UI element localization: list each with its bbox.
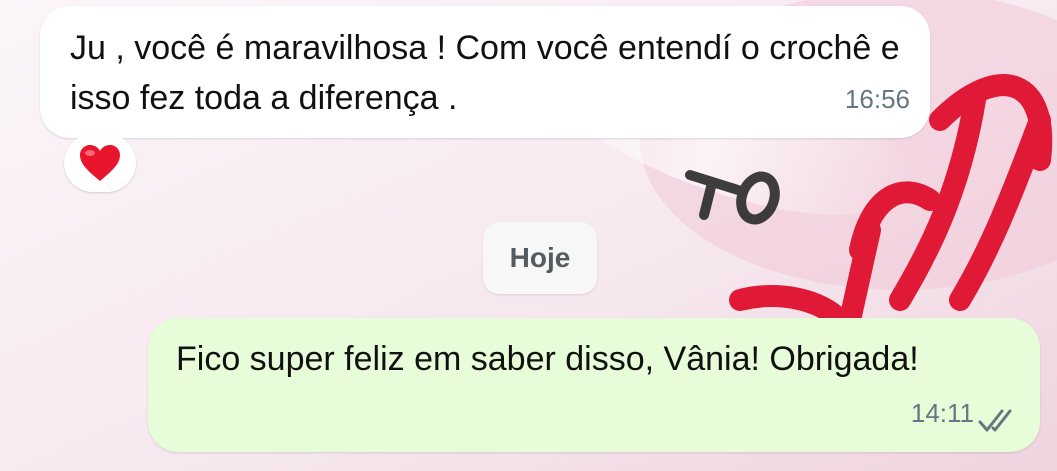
outgoing-message-bubble[interactable]: Fico super feliz em saber disso, Vânia! … bbox=[148, 318, 1040, 452]
incoming-message-time: 16:56 bbox=[844, 84, 910, 114]
heart-icon bbox=[80, 145, 120, 181]
incoming-message-text: Ju , você é maravilhosa ! Com você enten… bbox=[70, 29, 900, 117]
incoming-message-bubble[interactable]: Ju , você é maravilhosa ! Com você enten… bbox=[40, 6, 930, 138]
date-divider-label: Hoje bbox=[509, 242, 571, 273]
double-check-icon bbox=[978, 409, 1012, 432]
date-divider: Hoje bbox=[483, 222, 597, 294]
heart-reaction[interactable] bbox=[64, 134, 136, 192]
outgoing-message-text: Fico super feliz em saber disso, Vânia! … bbox=[176, 340, 919, 378]
outgoing-message-time: 14:11 bbox=[910, 398, 974, 428]
